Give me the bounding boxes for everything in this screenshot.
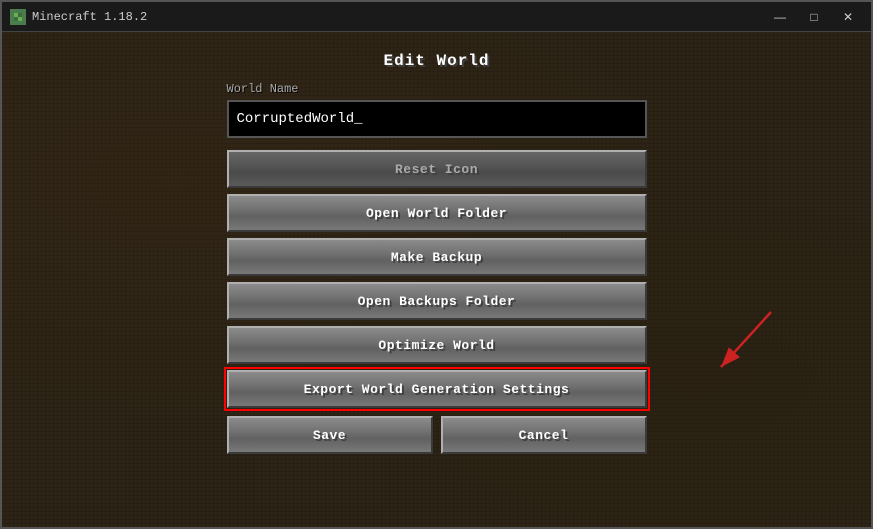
- arrow-icon: [691, 302, 791, 382]
- cancel-button[interactable]: Cancel: [441, 416, 647, 454]
- open-world-folder-button[interactable]: Open World Folder: [227, 194, 647, 232]
- arrow-annotation: [691, 302, 791, 387]
- bottom-button-row: Save Cancel: [227, 416, 647, 460]
- reset-icon-button[interactable]: Reset Icon: [227, 150, 647, 188]
- minimize-button[interactable]: —: [765, 7, 795, 27]
- dialog-title: Edit World: [383, 52, 489, 70]
- world-name-input[interactable]: [227, 100, 647, 138]
- make-backup-button[interactable]: Make Backup: [227, 238, 647, 276]
- export-world-generation-settings-button[interactable]: Export World Generation Settings: [227, 370, 647, 408]
- window-title: Minecraft 1.18.2: [32, 10, 765, 24]
- maximize-button[interactable]: □: [799, 7, 829, 27]
- optimize-world-button[interactable]: Optimize World: [227, 326, 647, 364]
- world-name-label: World Name: [227, 82, 299, 96]
- edit-world-dialog: Edit World World Name Reset Icon Open Wo…: [227, 52, 647, 460]
- titlebar: Minecraft 1.18.2 — □ ✕: [2, 2, 871, 32]
- save-button[interactable]: Save: [227, 416, 433, 454]
- main-content: Edit World World Name Reset Icon Open Wo…: [2, 32, 871, 527]
- window-controls: — □ ✕: [765, 7, 863, 27]
- close-button[interactable]: ✕: [833, 7, 863, 27]
- app-icon: [10, 9, 26, 25]
- minecraft-window: Minecraft 1.18.2 — □ ✕ Edit World Wor: [0, 0, 873, 529]
- open-backups-folder-button[interactable]: Open Backups Folder: [227, 282, 647, 320]
